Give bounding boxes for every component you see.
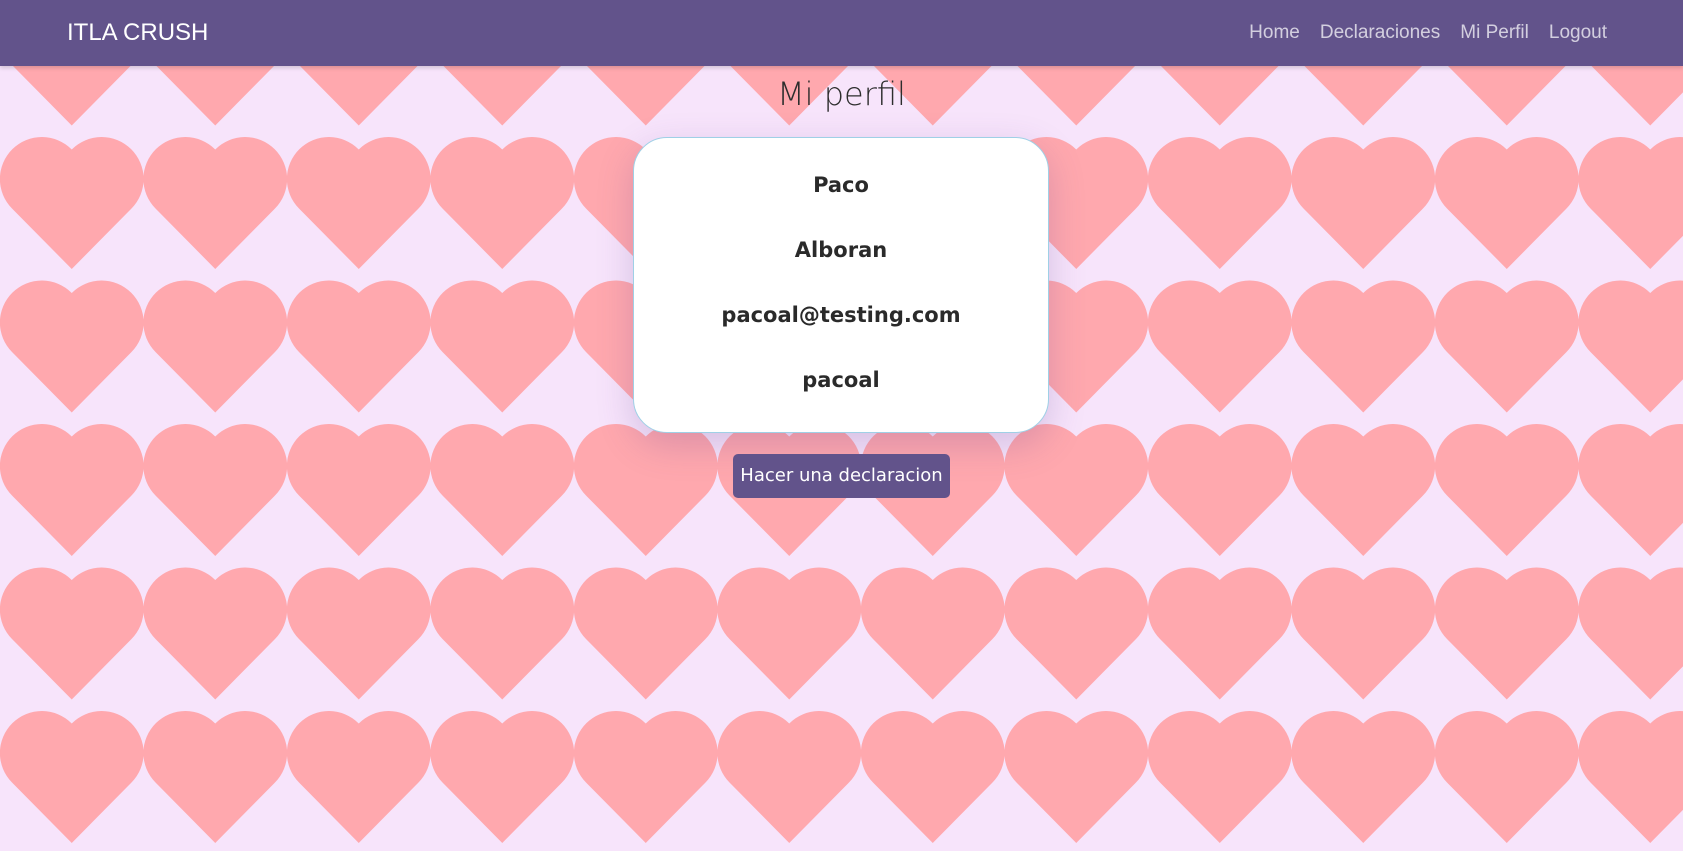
profile-username: pacoal [802, 368, 880, 392]
top-navbar: ITLA CRUSH Home Declaraciones Mi Perfil … [0, 0, 1683, 66]
nav-link-mi-perfil[interactable]: Mi Perfil [1460, 21, 1529, 45]
nav-link-home[interactable]: Home [1249, 21, 1300, 45]
nav-links: Home Declaraciones Mi Perfil Logout [1249, 21, 1607, 45]
make-declaration-button[interactable]: Hacer una declaracion [733, 454, 950, 498]
nav-link-declaraciones[interactable]: Declaraciones [1320, 21, 1440, 45]
nav-link-logout[interactable]: Logout [1549, 21, 1607, 45]
page-title: Mi perfil [777, 75, 906, 113]
brand-link[interactable]: ITLA CRUSH [67, 18, 208, 48]
profile-last-name: Alboran [794, 238, 888, 262]
profile-first-name: Paco [813, 173, 869, 197]
profile-email: pacoal@testing.com [721, 303, 961, 327]
profile-card: Paco Alboran pacoal@testing.com pacoal [633, 137, 1049, 433]
